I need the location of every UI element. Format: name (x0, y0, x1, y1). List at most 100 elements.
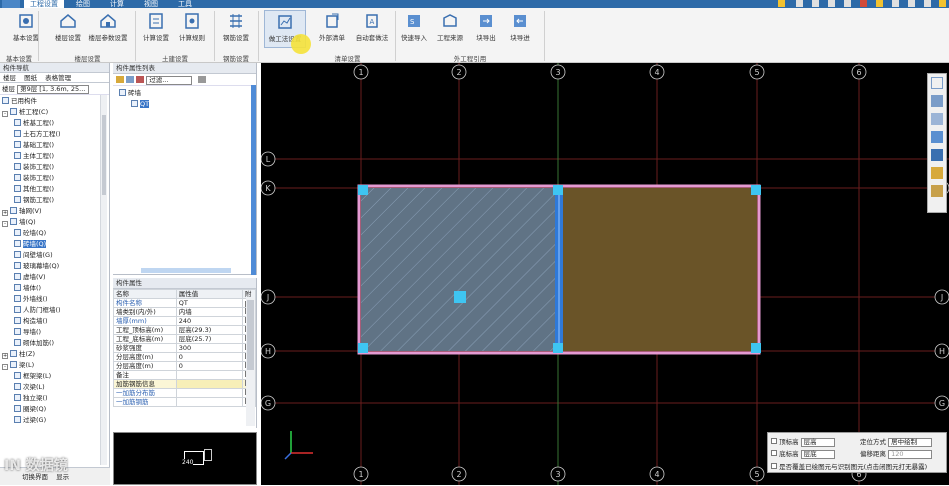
calc-rules-button[interactable]: 计算规则 (172, 10, 212, 48)
top-elev-checkbox[interactable] (771, 438, 777, 444)
property-value[interactable]: 内墙 (175, 307, 243, 317)
user-icon[interactable] (892, 0, 899, 7)
property-row[interactable]: 一加筋钢筋 (113, 397, 257, 407)
property-row[interactable]: 工程_顶标高(m) 层高(29.3) (113, 325, 257, 335)
drawing-canvas[interactable]: 123456123456LKJHGKJHG 顶标高 层高 底标高 层底 定位方式 (261, 63, 949, 485)
tree-item[interactable]: 间壁墙(G) (2, 250, 109, 261)
tree-item[interactable]: 砖墙(Q) (2, 239, 109, 250)
property-value[interactable] (175, 397, 243, 407)
new-component-icon[interactable] (116, 76, 124, 83)
collapse-icon[interactable]: - (2, 221, 8, 227)
alert-icon[interactable] (860, 0, 867, 7)
tab-project-settings[interactable]: 工程设置 (24, 0, 64, 8)
property-value[interactable]: QT (175, 298, 243, 308)
tree-item[interactable]: 已用构件 (2, 96, 109, 107)
tree-item[interactable]: 人防门框墙() (2, 305, 109, 316)
override-checkbox[interactable] (771, 463, 777, 469)
filter-select[interactable]: 过滤... (146, 75, 193, 85)
help-icon[interactable] (908, 0, 915, 7)
wall-left[interactable] (361, 188, 557, 351)
property-value[interactable]: 0 (175, 352, 243, 362)
tab-drawings[interactable]: 图纸 (21, 74, 40, 82)
calc-settings-button[interactable]: 计算设置 (136, 10, 176, 48)
tree-item[interactable]: 钢筋工程() (2, 195, 109, 206)
nav-scrollbar[interactable] (100, 95, 107, 465)
property-row[interactable]: 墙厚(mm) 240 (113, 316, 257, 326)
property-row[interactable]: 一加筋分布筋 (113, 388, 257, 398)
property-value[interactable]: 层高(29.3) (175, 325, 243, 335)
expand-icon[interactable]: + (2, 353, 8, 359)
view-rotate-icon[interactable] (931, 113, 943, 125)
component-list-scrollbar[interactable] (251, 85, 256, 275)
tab-tools[interactable]: 工具 (172, 0, 198, 8)
view-fit-icon[interactable] (931, 185, 943, 197)
tab-calc[interactable]: 计算 (104, 0, 130, 8)
tree-item[interactable]: 导墙() (2, 327, 109, 338)
tab-draw[interactable]: 绘图 (70, 0, 96, 8)
view-2d-icon[interactable] (931, 77, 943, 89)
floor-params-button[interactable]: 楼层参数设置 (84, 10, 132, 48)
properties-scrollbar-thumb[interactable] (247, 300, 254, 370)
list-icon[interactable] (796, 0, 803, 7)
properties-scrollbar[interactable] (246, 298, 255, 426)
star-icon[interactable] (876, 0, 883, 7)
collapse-icon[interactable]: - (2, 364, 8, 370)
view-3d-icon[interactable] (931, 95, 943, 107)
tree-item[interactable]: 圈梁(Q) (2, 404, 109, 415)
project-source-button[interactable]: 工程来源 (430, 10, 470, 48)
copy-icon[interactable] (126, 76, 135, 83)
tab-floor[interactable]: 楼层 (0, 74, 19, 82)
collapse-icon[interactable]: - (2, 111, 8, 117)
offset-input[interactable]: 120 (888, 449, 933, 459)
property-row[interactable]: 墙类别(内/外) 内墙 (113, 307, 257, 317)
tree-item[interactable]: + 轴网(V) (2, 206, 109, 217)
external-list-button[interactable]: 外部清单 (310, 10, 354, 48)
property-value[interactable]: 300 (175, 343, 243, 353)
tree-item[interactable]: 玻璃幕墙(Q) (2, 261, 109, 272)
view-pan-icon[interactable] (931, 131, 943, 143)
component-list-item[interactable]: 砖墙 (119, 88, 256, 99)
tree-item[interactable]: 土石方工程() (2, 129, 109, 140)
sort-icon[interactable] (198, 76, 207, 83)
component-list-item[interactable]: QT (119, 99, 256, 110)
bottom-elev-select[interactable]: 层底 (800, 449, 835, 459)
tree-item[interactable]: 其他工程() (2, 184, 109, 195)
nav-scrollbar-thumb[interactable] (102, 115, 106, 195)
tree-item[interactable]: 构造墙() (2, 316, 109, 327)
tree-item[interactable]: 墙体() (2, 283, 109, 294)
tree-item[interactable]: 砼墙(Q) (2, 228, 109, 239)
auto-apply-button[interactable]: A 自动套做法 (350, 10, 394, 48)
tab-view[interactable]: 视图 (138, 0, 164, 8)
tree-item[interactable]: 砌体加筋() (2, 338, 109, 349)
window-icon[interactable] (828, 0, 835, 7)
property-row[interactable]: 分层高度(m) 0 (113, 352, 257, 362)
view-cube-icon[interactable] (931, 149, 943, 161)
tree-item[interactable]: 虚墙(V) (2, 272, 109, 283)
info-icon[interactable] (939, 0, 946, 7)
block-import-button[interactable]: 块导进 (498, 10, 542, 48)
tree-item[interactable]: 独立梁() (2, 393, 109, 404)
tree-item[interactable]: 基础工程() (2, 140, 109, 151)
view-zoom-icon[interactable] (931, 167, 943, 179)
tree-item[interactable]: 桩基工程() (2, 118, 109, 129)
property-row[interactable]: 分层高度(m) 0 (113, 361, 257, 371)
position-select[interactable]: 居中绘制 (888, 437, 933, 447)
property-row[interactable]: 工程_底标高(m) 层底(25.7) (113, 334, 257, 344)
tree-item[interactable]: 装饰工程() (2, 173, 109, 184)
tree-item[interactable]: 外墙线() (2, 294, 109, 305)
thumbnail-preview[interactable]: 240 (113, 432, 257, 485)
property-row[interactable]: 加筋钢筋信息 (113, 379, 257, 389)
floor-select[interactable]: 第9层 [1, 3.6m, 25... (17, 84, 90, 94)
tree-item[interactable]: + 柱(Z) (2, 349, 109, 360)
layout-icon[interactable] (812, 0, 819, 7)
top-elev-select[interactable]: 层高 (800, 437, 835, 447)
property-row[interactable]: 备注 (113, 370, 257, 380)
tree-item[interactable]: 次梁(L) (2, 382, 109, 393)
tree-item[interactable]: - 桩工程(C) (2, 107, 109, 118)
bottom-elev-checkbox[interactable] (771, 450, 777, 456)
property-row[interactable]: 砂浆强度 300 (113, 343, 257, 353)
quick-import-button[interactable]: S 快速导入 (394, 10, 434, 48)
tree-item[interactable]: - 梁(L) (2, 360, 109, 371)
property-value[interactable] (175, 370, 243, 380)
tree-item[interactable]: - 墙(Q) (2, 217, 109, 228)
